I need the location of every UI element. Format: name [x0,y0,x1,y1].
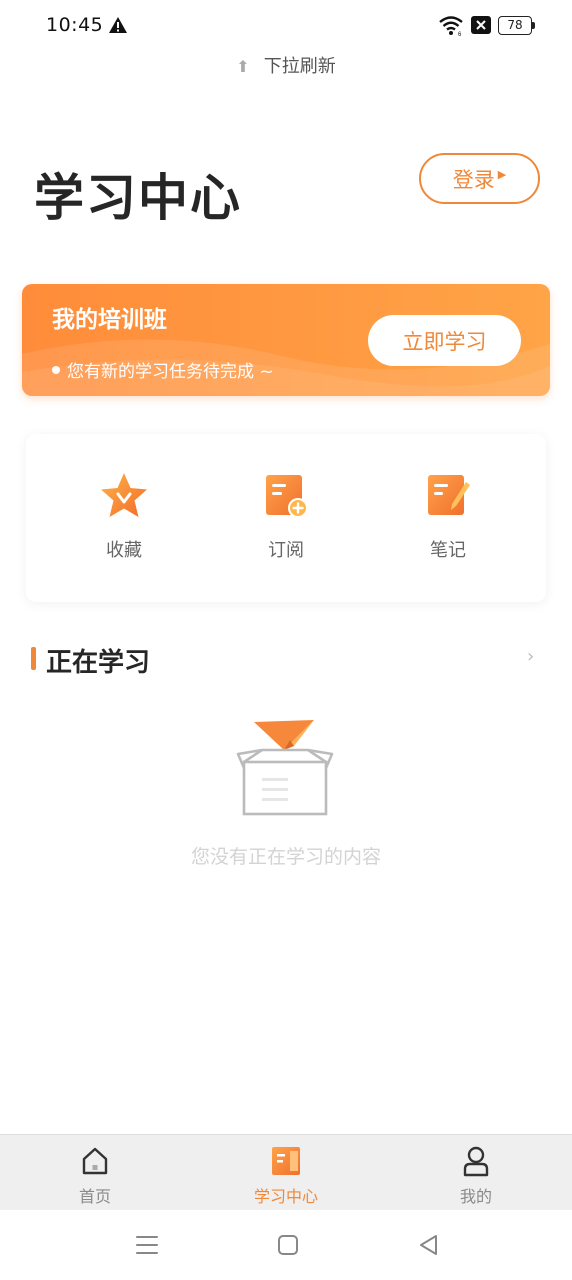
quick-action-subscribe[interactable]: 订阅 [226,470,346,562]
start-learning-button[interactable]: 立即学习 [368,315,521,366]
status-bar: 10:45 6 78 [0,0,572,52]
system-navigation-bar [0,1210,572,1280]
battery-level: 78 [498,16,532,35]
chevron-right-icon[interactable]: › [527,646,534,667]
subscribe-icon [266,475,308,518]
quick-action-notes[interactable]: 笔记 [388,470,508,562]
tab-label: 学习中心 [253,1187,318,1206]
login-button[interactable]: 登录 ▶ [419,153,540,204]
status-time: 10:45 [46,14,104,36]
svg-text:6: 6 [458,32,462,36]
bullet-dot [52,365,60,374]
page-title: 学习中心 [34,169,242,227]
quick-action-label: 订阅 [268,540,304,561]
up-arrow-icon: ⬆ [236,57,250,76]
star-icon [101,473,147,517]
tab-home[interactable]: 首页 [35,1145,155,1207]
warning-icon [109,17,127,33]
play-triangle-icon: ▶ [497,168,507,181]
refresh-hint-text: 下拉刷新 [263,56,336,77]
quick-action-label: 收藏 [106,540,142,561]
note-icon [428,475,470,515]
section-accent-bar [31,647,36,670]
login-label: 登录 [452,167,495,192]
no-sim-icon [471,16,491,34]
section-title: 正在学习 [46,648,151,678]
tab-study-center[interactable]: 学习中心 [226,1145,346,1207]
wifi-icon: 6 [439,16,463,36]
battery-tip [532,22,535,29]
quick-actions-card: 收藏 订阅 笔记 [26,434,546,602]
empty-box-icon [236,720,334,816]
menu-icon[interactable] [134,1232,160,1258]
quick-action-label: 笔记 [430,540,466,561]
home-square-icon[interactable] [275,1232,301,1258]
banner-title: 我的培训班 [52,307,167,333]
battery-indicator: 78 [498,16,536,35]
pull-to-refresh-hint: ⬆ 下拉刷新 [0,52,572,78]
empty-state-text: 您没有正在学习的内容 [190,846,381,868]
banner-subtitle-text: 您有新的学习任务待完成 ~ [67,362,274,382]
profile-icon [463,1146,489,1177]
quick-action-favorites[interactable]: 收藏 [64,470,184,562]
home-icon [82,1147,108,1175]
bottom-tab-bar: 首页 学习中心 我的 [0,1134,572,1210]
back-triangle-icon[interactable] [416,1232,442,1258]
tab-profile[interactable]: 我的 [416,1145,536,1207]
tab-label: 我的 [459,1187,492,1206]
banner-subtitle: 您有新的学习任务待完成 ~ [52,357,274,382]
study-center-icon [272,1147,300,1175]
tab-label: 首页 [78,1187,111,1206]
training-class-banner[interactable]: 我的培训班 您有新的学习任务待完成 ~ 立即学习 [22,284,550,396]
